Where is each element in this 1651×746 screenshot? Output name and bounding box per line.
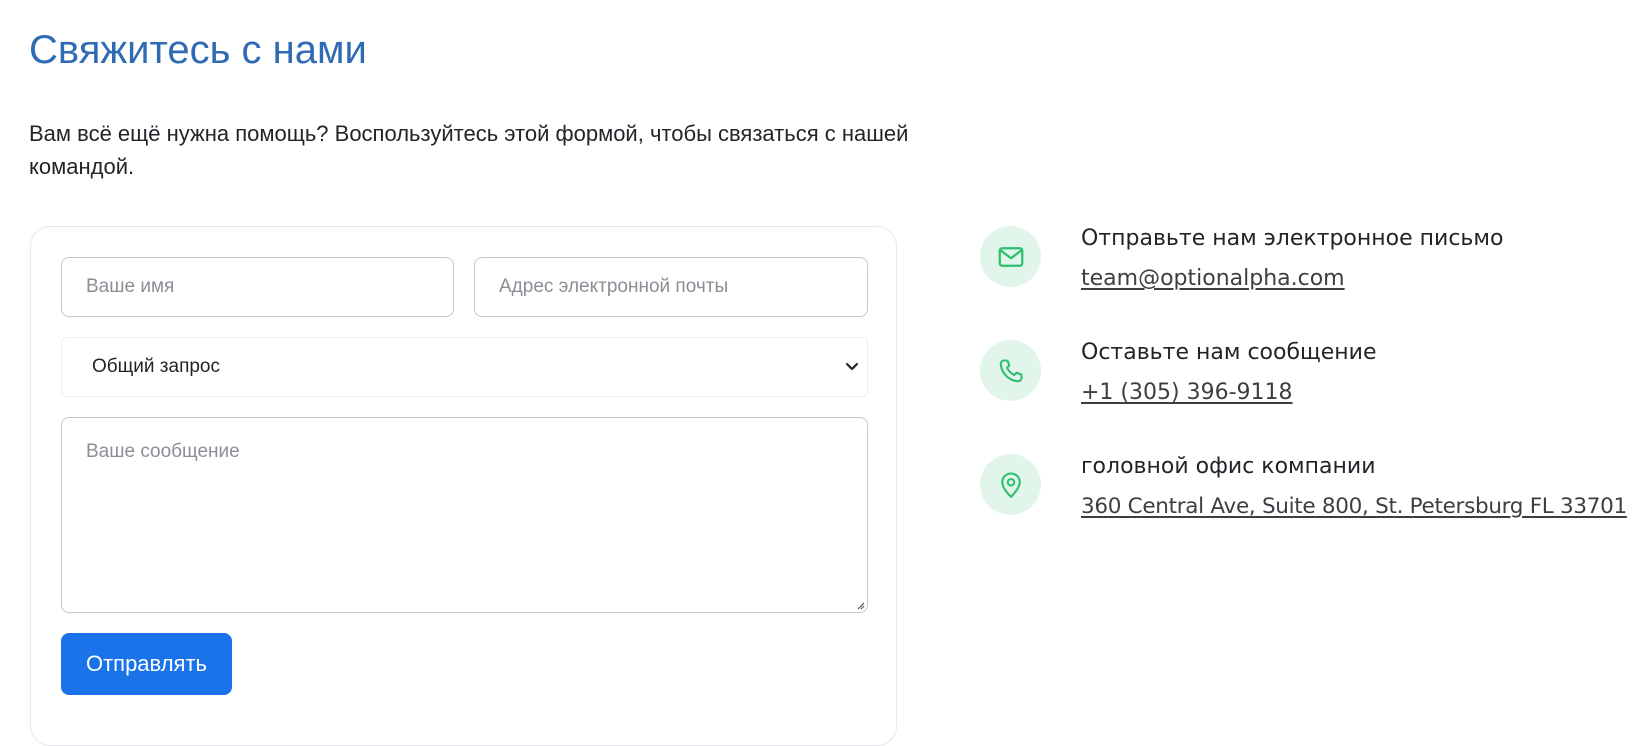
chevron-down-icon [845,362,859,371]
message-textarea[interactable] [61,417,868,613]
intro-text: Вам всё ещё нужна помощь? Воспользуйтесь… [29,121,909,179]
phone-icon [999,358,1023,382]
subject-select[interactable]: Общий запрос [61,337,868,397]
submit-button[interactable]: Отправлять [61,633,232,695]
location-pin-icon [1000,471,1021,498]
mail-icon [998,246,1023,267]
contact-title: головной офис компании [1081,454,1376,479]
contact-title: Оставьте нам сообщение [1081,340,1377,365]
phone-icon-badge [980,340,1041,401]
address-link[interactable]: 360 Central Ave, Suite 800, St. Petersbu… [1081,494,1627,520]
email-input[interactable] [474,257,868,317]
name-input[interactable] [61,257,454,317]
contact-title: Отправьте нам электронное письмо [1081,226,1504,251]
phone-link[interactable]: +1 (305) 396-9118 [1081,380,1293,406]
location-icon-badge [980,454,1041,515]
page-title: Свяжитесь с нами [29,28,367,72]
email-link[interactable]: team@optionalpha.com [1081,266,1345,292]
subject-select-value: Общий запрос [92,356,220,377]
resize-handle-icon[interactable] [855,600,865,610]
mail-icon-badge [980,226,1041,287]
